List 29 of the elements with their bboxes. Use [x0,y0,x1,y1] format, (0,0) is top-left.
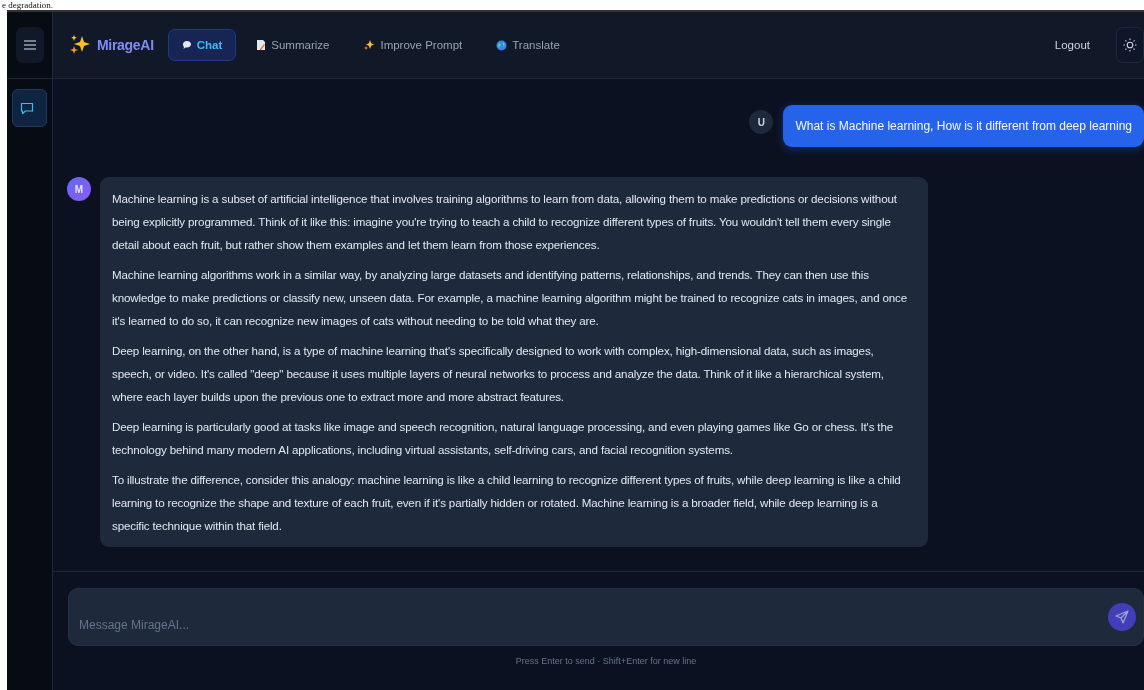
sun-icon [1123,38,1137,52]
nav-tab[interactable]: Translate [482,29,574,61]
nav-tab[interactable]: Improve Prompt [349,29,477,61]
conversation-item[interactable] [12,89,47,127]
menu-button[interactable] [15,27,44,63]
theme-toggle-button[interactable] [1116,27,1144,63]
sparkles-icon [363,39,376,51]
message-text: Machine learning algorithms work in a similar way, by analyzing large datasets and identifying patterns, relationships, and trends. They can then use this knowledge to make predictions or classify new, unseen data. For example, a machine learning algorithm might be trained to recognize cats in images, and once it's learned to do so, it can recognize new images of cats without needing to be told what they are. [112,267,909,329]
avatar: U [749,110,774,134]
message-input[interactable]: Message MirageAI... [68,588,1144,646]
document-icon [256,39,267,51]
speech-bubble-icon [181,40,192,50]
sparkles-icon [69,34,91,56]
message-text: Deep learning is particularly good at tasks like image and speech recognition, natural language processing, and even playing games like Go or chess. It's the technology behind many modern AI applications, including virtual assistants, self-driving cars, and facial recognition systems. [112,419,895,458]
message-text: Deep learning, on the other hand, is a type of machine learning that's specifically designed to work with complex, high-dimensional data, such as images, speech, or video. It's called "deep" because it uses multiple layers of neural networks to process and analyze the data. Think of it like a hierarchical system, where each layer builds upon the previous one to extract more and more abstract features. [112,343,885,405]
globe-icon [496,39,508,51]
avatar: M [67,177,91,201]
nav-tab[interactable]: Chat [167,29,237,61]
nav-tab[interactable]: Summarize [242,29,344,61]
chat-icon [20,101,34,115]
app-logo: MirageAI [97,37,154,53]
input-hint: Press Enter to send · Shift+Enter for new line [514,656,698,666]
send-icon [1115,610,1129,624]
message-text: What is Machine learning, How is it different from deep learning [795,119,1132,133]
logout-button[interactable]: Logout [1048,38,1096,52]
message-text: To illustrate the difference, consider this analogy: machine learning is like a child learning to recognize different types of fruits, while deep learning is like a child learning to recognize the shape and texture of each fruit, even if it's partially hidden or rotated. Machine learning is a broader field, while deep learning is a specific technique within that field. [112,472,902,534]
message-text: Machine learning is a subset of artificial intelligence that involves training algorithms to learn from data, allowing them to make predictions or decisions without being explicitly programmed. Think of it like this: imagine you're trying to teach a child to recognize different types of fruits. You wouldn't tell them every single detail about each fruit, but rather show them examples and let them learn from those experiences. [112,191,898,253]
menu-icon [22,39,37,51]
page-text: e degradation. [2,0,53,10]
